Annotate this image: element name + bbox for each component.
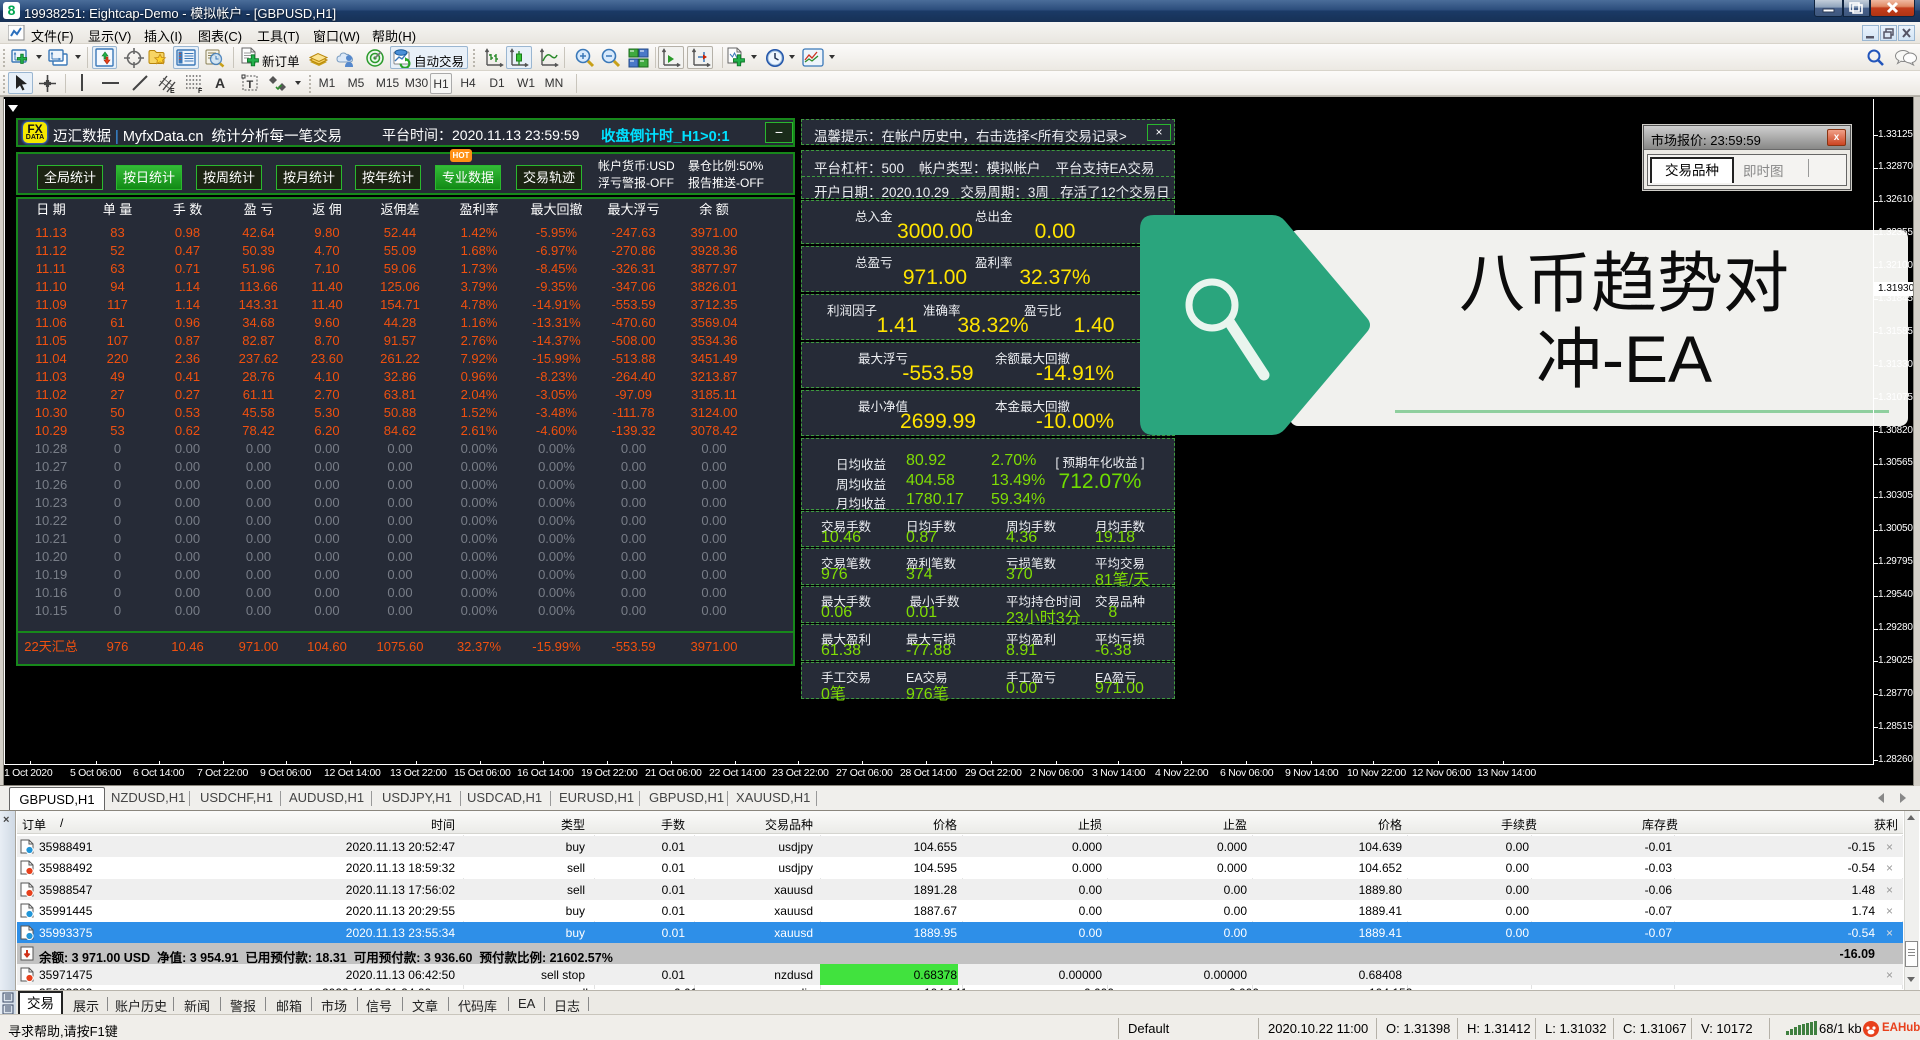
svg-text:F: F — [198, 88, 203, 94]
svg-text:T: T — [247, 79, 254, 91]
svg-text:E: E — [170, 88, 175, 94]
